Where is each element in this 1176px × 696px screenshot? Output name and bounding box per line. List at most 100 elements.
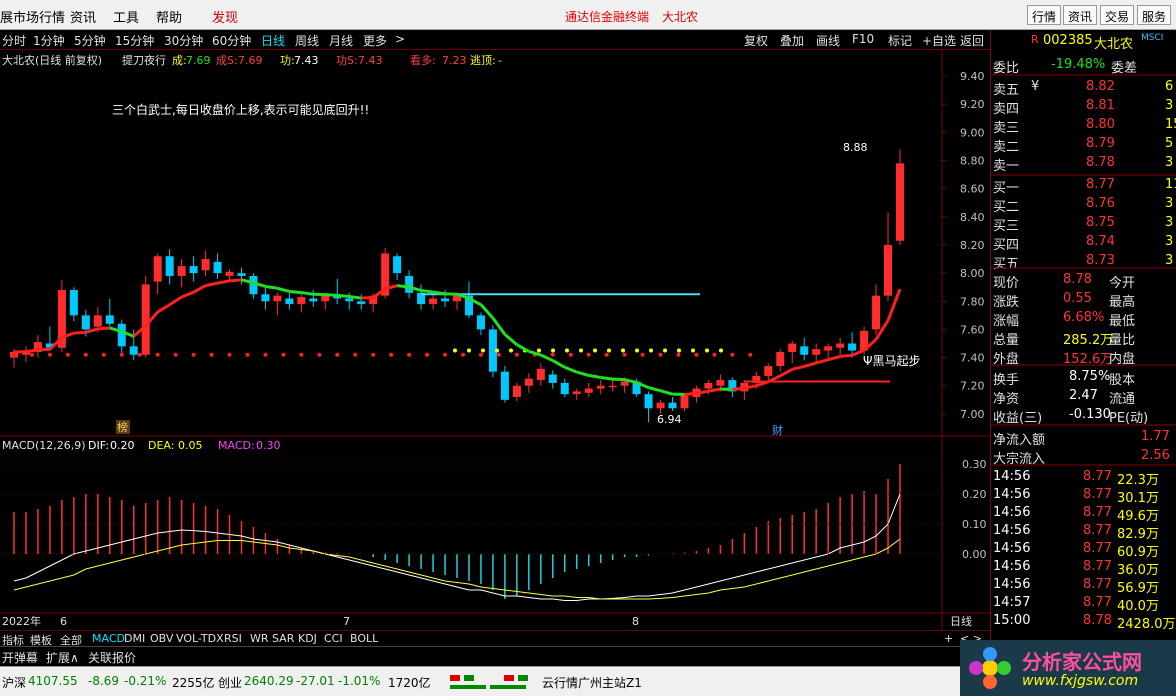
tab-rsi[interactable]: RSI bbox=[224, 632, 242, 645]
heima-signal-label: Ψ黑马起步 bbox=[863, 354, 920, 368]
candle-body bbox=[476, 315, 485, 330]
period-monthly[interactable]: 月线 bbox=[329, 32, 353, 49]
tab-boll[interactable]: BOLL bbox=[350, 632, 378, 645]
ma-line-segment bbox=[156, 303, 171, 314]
ma-line-segment bbox=[732, 386, 745, 391]
candle-body bbox=[297, 297, 306, 305]
tab-dmi[interactable]: DMI bbox=[124, 632, 145, 645]
btn-fuquan[interactable]: 复权 bbox=[744, 32, 768, 49]
menu-market[interactable]: 展市场行情 bbox=[0, 7, 65, 26]
period-weekly[interactable]: 周线 bbox=[295, 32, 319, 49]
yellow-dot bbox=[481, 348, 485, 353]
gongS-label: 功S: bbox=[336, 54, 358, 67]
ma-line-segment bbox=[217, 279, 230, 285]
macd-title: MACD(12,26,9) bbox=[2, 439, 86, 452]
support-dot bbox=[640, 352, 645, 357]
support-dot bbox=[317, 352, 322, 357]
period-fenshi[interactable]: 分时 bbox=[2, 32, 26, 49]
btn-back[interactable]: 返回 bbox=[960, 32, 984, 49]
candle-body bbox=[608, 385, 617, 388]
tab-obv[interactable]: OBV bbox=[150, 632, 173, 645]
candle-body bbox=[596, 385, 605, 389]
add-indicator-button[interactable]: + bbox=[944, 632, 953, 645]
menu-help[interactable]: 帮助 bbox=[156, 7, 182, 26]
tab-macd[interactable]: MACD bbox=[92, 632, 125, 645]
support-dot bbox=[101, 352, 106, 357]
kline-chart[interactable]: 大北农(日线 前复权) 提刀夜行 成: 7.69 成S: 7.69 功: 7.4… bbox=[0, 50, 990, 630]
period-60min[interactable]: 60分钟 bbox=[212, 32, 251, 49]
ma-line-segment bbox=[85, 327, 99, 334]
support-dot bbox=[299, 352, 304, 357]
ma-line-segment bbox=[803, 361, 817, 368]
cy-index-value: 2640.29 bbox=[244, 674, 294, 688]
chengS-value: 7.69 bbox=[238, 54, 263, 67]
yellow-dot bbox=[621, 348, 625, 353]
btn-draw[interactable]: 画线 bbox=[816, 32, 840, 49]
support-dot bbox=[83, 352, 88, 357]
btn-mark[interactable]: 标记 bbox=[888, 32, 912, 49]
tab-kdj[interactable]: KDJ bbox=[298, 632, 317, 645]
period-15min[interactable]: 15分钟 bbox=[115, 32, 154, 49]
candle-body bbox=[117, 323, 126, 347]
menu-tools[interactable]: 工具 bbox=[113, 7, 139, 26]
candle-body bbox=[704, 382, 713, 389]
tab-cci[interactable]: CCI bbox=[324, 632, 343, 645]
low-price-label: 6.94 bbox=[657, 413, 682, 426]
top-button-trade[interactable]: 交易 bbox=[1100, 5, 1135, 25]
btn-overlay[interactable]: 叠加 bbox=[780, 32, 804, 49]
ma-line-segment bbox=[827, 354, 841, 362]
top-button-news[interactable]: 资讯 bbox=[1063, 5, 1098, 25]
yellow-dot bbox=[719, 348, 723, 353]
support-dot bbox=[514, 352, 519, 357]
yellow-dot bbox=[593, 348, 597, 353]
candle-body bbox=[680, 395, 689, 409]
support-dot bbox=[29, 352, 34, 357]
period-5min[interactable]: 5分钟 bbox=[74, 32, 106, 49]
cai-badge[interactable]: 财 bbox=[772, 423, 783, 437]
price-tick-label: 8.60 bbox=[960, 183, 985, 196]
period-daily[interactable]: 日线 bbox=[261, 32, 285, 49]
period-30min[interactable]: 30分钟 bbox=[164, 32, 203, 49]
support-dot bbox=[622, 352, 627, 357]
candle-body bbox=[872, 295, 881, 330]
period-1min[interactable]: 1分钟 bbox=[33, 32, 65, 49]
support-dot bbox=[137, 352, 142, 357]
top-button-service[interactable]: 服务 bbox=[1137, 5, 1172, 25]
dea-value: 0.05 bbox=[178, 439, 203, 452]
cheng-label: 成: bbox=[172, 54, 187, 67]
candle-body bbox=[764, 366, 773, 376]
support-dot bbox=[191, 352, 196, 357]
candle-body bbox=[321, 295, 330, 302]
yellow-dot bbox=[509, 348, 513, 353]
support-dot bbox=[730, 352, 735, 357]
tab-wr[interactable]: WR bbox=[250, 632, 269, 645]
macd-value: 0.30 bbox=[256, 439, 281, 452]
expand-toggle[interactable]: 扩展∧ bbox=[46, 649, 79, 666]
ma-line-segment bbox=[97, 326, 110, 331]
candle-body bbox=[105, 315, 114, 324]
menu-news[interactable]: 资讯 bbox=[70, 7, 96, 26]
danmu-toggle[interactable]: 开弹幕 bbox=[2, 649, 38, 666]
support-dot bbox=[550, 352, 555, 357]
period-more[interactable]: 更多 bbox=[363, 32, 387, 49]
ma-line-segment bbox=[229, 278, 242, 283]
candle-body bbox=[177, 266, 186, 276]
chevron-right-icon[interactable]: > bbox=[395, 32, 405, 46]
server-name[interactable]: 云行情广州主站Z1 bbox=[542, 674, 642, 691]
support-dot bbox=[227, 352, 232, 357]
menu-discover[interactable]: 发现 bbox=[212, 7, 238, 26]
cy-index-amount: 1720亿 bbox=[388, 676, 431, 690]
yellow-dot bbox=[663, 348, 667, 353]
tab-sar[interactable]: SAR bbox=[272, 632, 294, 645]
support-dot bbox=[496, 352, 501, 357]
btn-f10[interactable]: F10 bbox=[852, 32, 874, 46]
dif-label: DIF: bbox=[88, 439, 109, 452]
candle-body bbox=[668, 402, 677, 409]
btn-add-watchlist[interactable]: +自选 bbox=[922, 32, 956, 49]
ma-line-segment bbox=[192, 284, 207, 294]
tab-vol-tdx[interactable]: VOL-TDX bbox=[176, 632, 224, 645]
ma-line-segment bbox=[265, 284, 278, 290]
top-button-quote[interactable]: 行情 bbox=[1027, 5, 1062, 25]
related-quotes[interactable]: 关联报价 bbox=[88, 649, 136, 666]
price-tick-label: 7.80 bbox=[960, 295, 985, 308]
